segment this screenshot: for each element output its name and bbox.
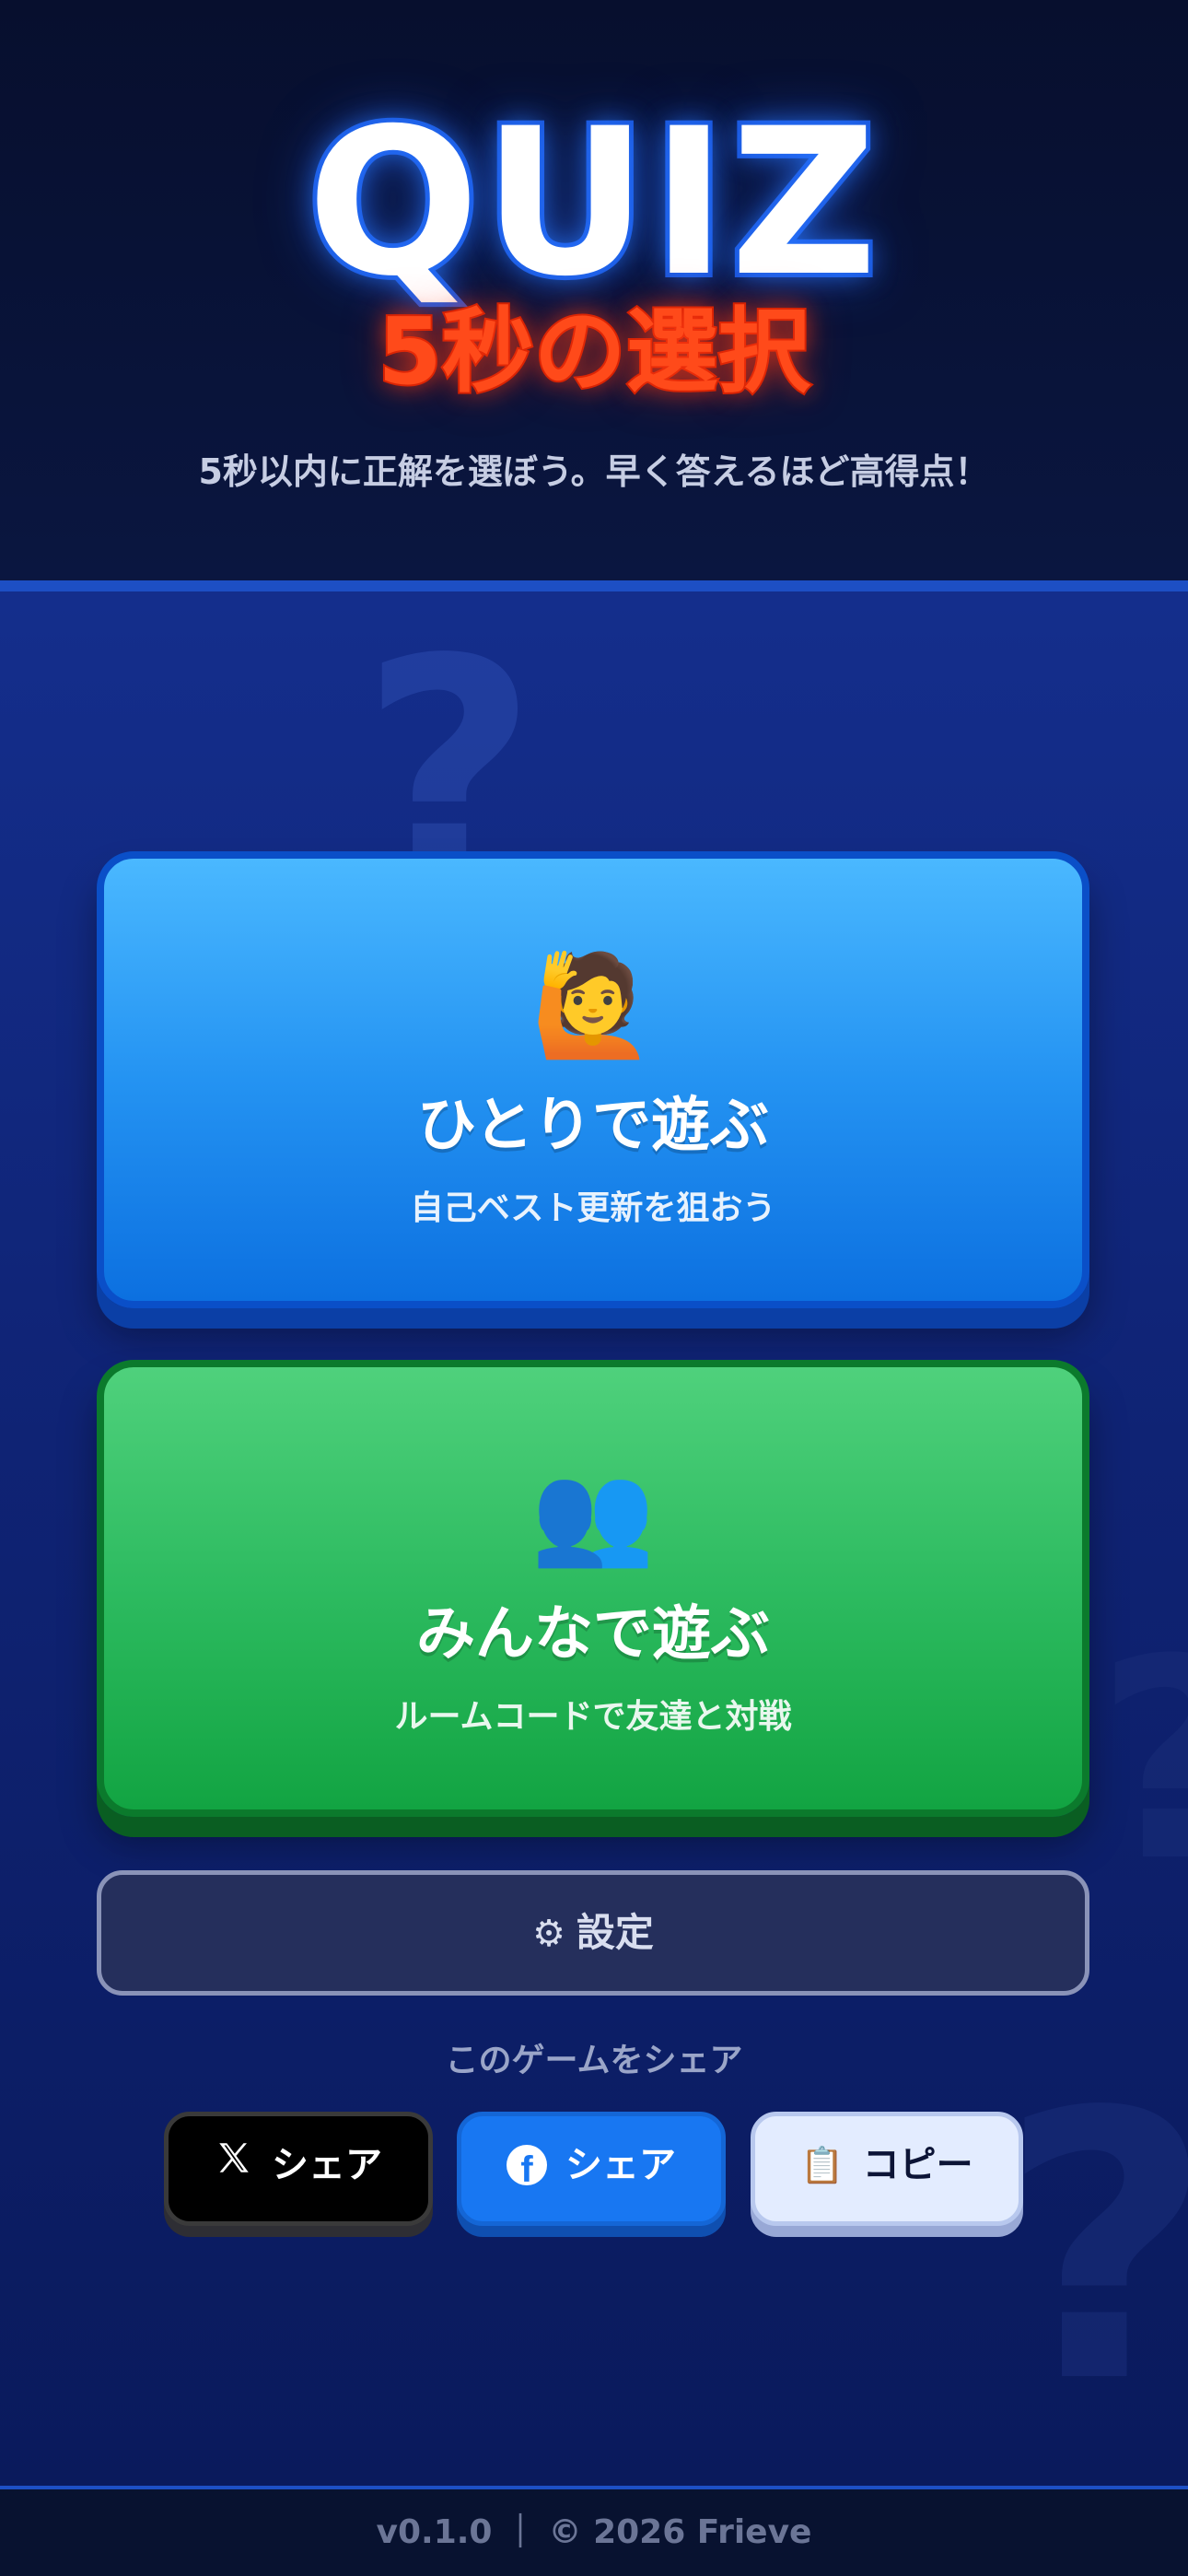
multi-play-description: ルームコードで友達と対戦 (394, 1698, 792, 1736)
game-logo: QUIZ (302, 85, 881, 321)
main-menu: ? ? ? 🙋 ひとりで遊ぶ 自己ベスト更新を狙おう 👥 みんなで遊ぶ ルームコ… (0, 591, 1188, 2488)
tagline: 5秒以内に正解を選ぼう。早く答えるほど高得点！ (198, 451, 990, 492)
copy-link-button[interactable]: 📋 コピー (751, 2112, 1023, 2226)
settings-label: 設定 (576, 1910, 654, 1955)
game-subtitle: 5秒の選択 (376, 296, 812, 407)
share-x-label: シェア (272, 2144, 382, 2186)
multi-play-title: みんなで遊ぶ (416, 1600, 770, 1669)
solo-play-description: 自己ベスト更新を狙おう (410, 1189, 776, 1227)
copy-link-label: コピー (862, 2144, 973, 2186)
clipboard-icon: 📋 (800, 2145, 844, 2185)
share-heading: このゲームをシェア (445, 2042, 743, 2079)
decor-question-mark: ? (1096, 1623, 1188, 1900)
solo-play-title: ひとりで遊ぶ (416, 1092, 770, 1160)
share-facebook-button[interactable]: f シェア (457, 2112, 726, 2226)
share-x-button[interactable]: シェア (164, 2112, 433, 2226)
decor-question-mark: ? (999, 2066, 1188, 2434)
raising-hand-icon: 🙋 (530, 948, 656, 1063)
x-logo-icon (215, 2114, 253, 2216)
multi-play-button[interactable]: 👥 みんなで遊ぶ ルームコードで友達と対戦 (97, 1360, 1089, 1817)
settings-button[interactable]: ⚙ 設定 (97, 1870, 1089, 1996)
share-facebook-label: シェア (565, 2144, 676, 2186)
footer: v0.1.0 ｜ © 2026 Frieve (0, 2489, 1188, 2576)
header: QUIZ 5秒の選択 5秒以内に正解を選ぼう。早く答えるほど高得点！ (0, 0, 1188, 580)
version-copyright: v0.1.0 ｜ © 2026 Frieve (376, 2513, 812, 2551)
solo-play-button[interactable]: 🙋 ひとりで遊ぶ 自己ベスト更新を狙おう (97, 851, 1089, 1308)
facebook-icon: f (507, 2145, 547, 2185)
header-divider (0, 580, 1188, 591)
people-icon: 👥 (530, 1457, 656, 1572)
gear-icon: ⚙ (532, 1913, 565, 1955)
